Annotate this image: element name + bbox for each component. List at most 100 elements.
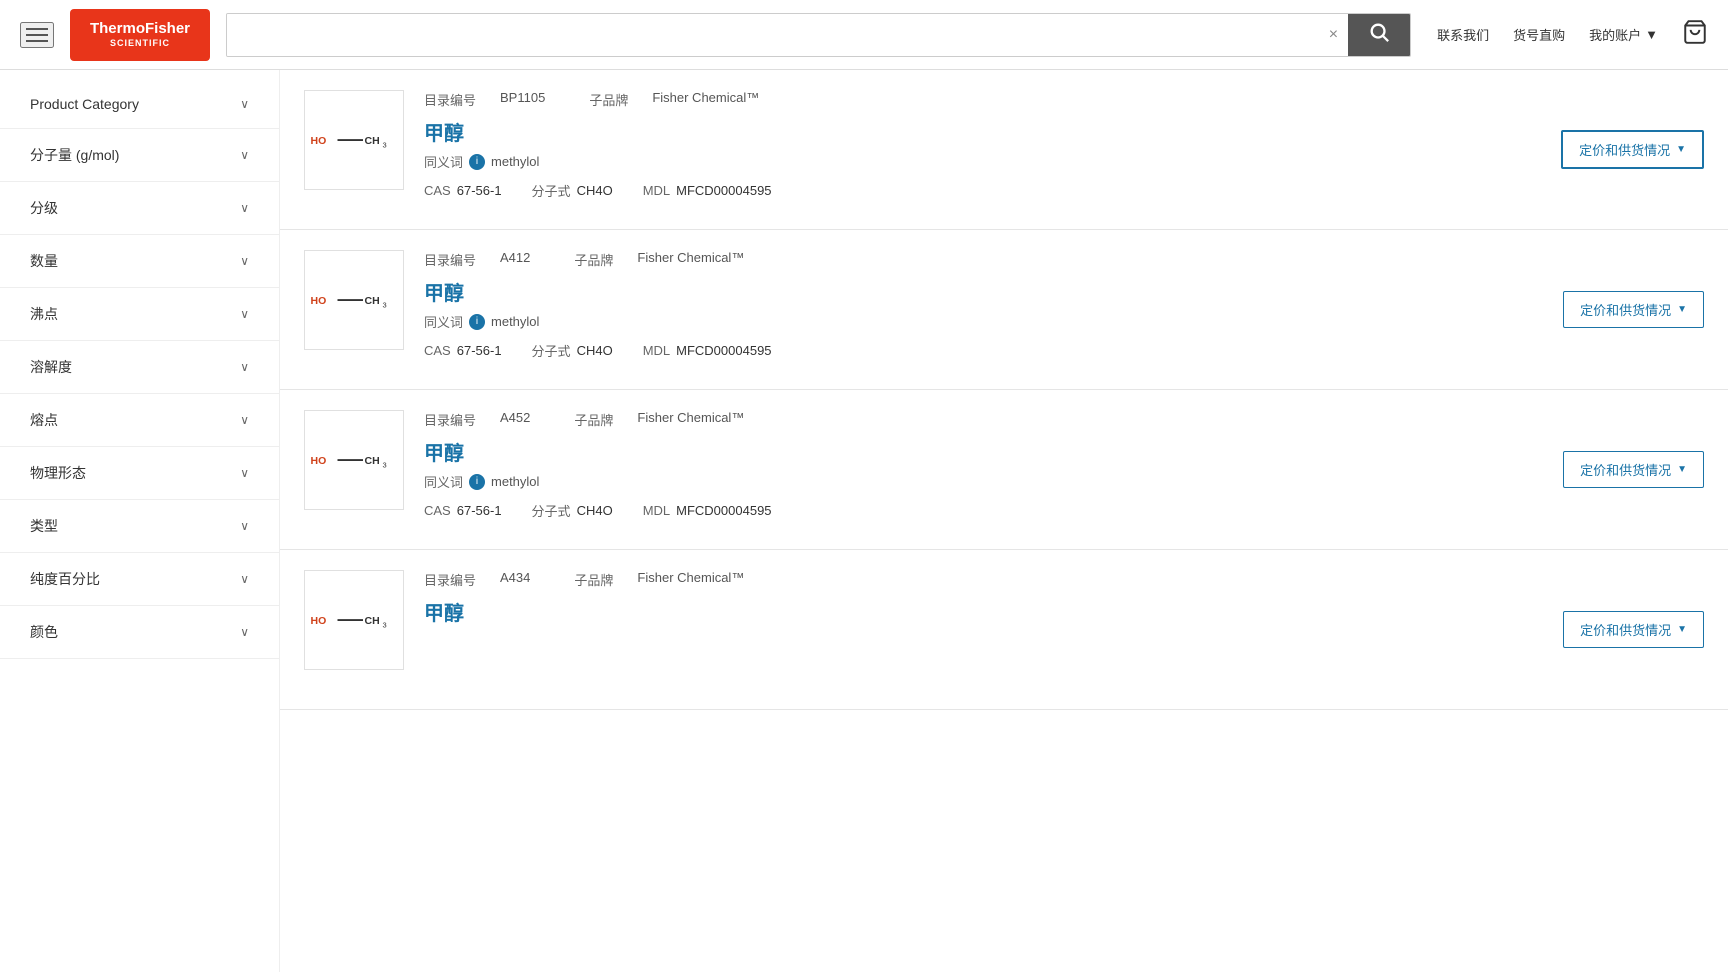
product-info-p1: 目录编号 BP1105 子品牌 Fisher Chemical™ 甲醇 同义词 … [424,90,1541,209]
catalog-label-p1: 目录编号 [424,90,476,109]
filter-item-solubility[interactable]: 溶解度 ∨ [0,341,279,394]
hamburger-button[interactable] [20,22,54,48]
product-info-p4: 目录编号 A434 子品牌 Fisher Chemical™ 甲醇 [424,570,1543,689]
search-bar: 甲醇 × [226,13,1411,57]
nav-contact[interactable]: 联系我们 [1437,25,1489,44]
filter-chevron-solubility: ∨ [240,360,249,374]
product-meta-row-p4: 目录编号 A434 子品牌 Fisher Chemical™ [424,570,1543,589]
product-details-row-p2: CAS 67-56-1 分子式 CH4O MDL MFCD00004595 [424,341,1543,360]
search-clear-button[interactable]: × [1319,14,1348,56]
product-image-p1: HO CH 3 [304,90,404,190]
clear-icon: × [1329,26,1338,43]
product-action-p1: 定价和供货情况 ▼ [1561,90,1704,209]
filter-item-color[interactable]: 颜色 ∨ [0,606,279,659]
synonym-value-p2: methylol [491,314,539,329]
filter-item-product-category[interactable]: Product Category ∨ [0,80,279,129]
product-info-p3: 目录编号 A452 子品牌 Fisher Chemical™ 甲醇 同义词 i … [424,410,1543,529]
product-action-p4: 定价和供货情况 ▼ [1563,570,1704,689]
product-image-p2: HO CH 3 [304,250,404,350]
filter-item-melting-point[interactable]: 熔点 ∨ [0,394,279,447]
synonym-info-icon-p1[interactable]: i [469,154,485,170]
filter-item-molecular-weight[interactable]: 分子量 (g/mol) ∨ [0,129,279,182]
brand-value-p4: Fisher Chemical™ [637,570,744,589]
svg-text:3: 3 [383,141,387,150]
filter-item-physical-form[interactable]: 物理形态 ∨ [0,447,279,500]
formula-label-p3: 分子式 [532,501,571,520]
filter-label-melting-point: 熔点 [30,410,58,430]
product-list: HO CH 3 目录编号 BP1105 子品牌 Fisher Chemical™… [280,70,1728,972]
filter-chevron-quantity: ∨ [240,254,249,268]
filter-chevron-type: ∨ [240,519,249,533]
catalog-label-p3: 目录编号 [424,410,476,429]
catalog-value-p1: BP1105 [500,90,545,109]
search-icon [1368,21,1390,43]
filter-item-quantity[interactable]: 数量 ∨ [0,235,279,288]
catalog-value-p3: A452 [500,410,530,429]
filter-item-grade[interactable]: 分级 ∨ [0,182,279,235]
mdl-label-p3: MDL [643,503,670,518]
product-name-p1[interactable]: 甲醇 [424,117,1541,146]
synonym-value-p1: methylol [491,154,539,169]
svg-text:CH: CH [365,455,380,467]
svg-text:HO: HO [311,455,327,467]
synonym-value-p3: methylol [491,474,539,489]
synonym-row-p1: 同义词 i methylol [424,152,1541,171]
cas-group-p3: CAS 67-56-1 [424,503,502,518]
filter-item-purity-percent[interactable]: 纯度百分比 ∨ [0,553,279,606]
product-meta-row-p1: 目录编号 BP1105 子品牌 Fisher Chemical™ [424,90,1541,109]
formula-label-p2: 分子式 [532,341,571,360]
pricing-dropdown-arrow-p4: ▼ [1677,624,1687,635]
pricing-button-p2[interactable]: 定价和供货情况 ▼ [1563,291,1704,328]
pricing-button-p3[interactable]: 定价和供货情况 ▼ [1563,451,1704,488]
main-content: Product Category ∨ 分子量 (g/mol) ∨ 分级 ∨ 数量… [0,70,1728,972]
search-button[interactable] [1348,14,1410,56]
filter-label-grade: 分级 [30,198,58,218]
product-card-p4: HO CH 3 目录编号 A434 子品牌 Fisher Chemical™ 甲… [280,550,1728,710]
catalog-value-p2: A412 [500,250,530,269]
filter-item-type[interactable]: 类型 ∨ [0,500,279,553]
filter-label-purity-percent: 纯度百分比 [30,569,100,589]
product-name-p3[interactable]: 甲醇 [424,437,1543,466]
pricing-label-p1: 定价和供货情况 [1579,140,1670,159]
filter-label-type: 类型 [30,516,58,536]
catalog-label-p2: 目录编号 [424,250,476,269]
product-name-p4[interactable]: 甲醇 [424,597,1543,626]
svg-text:HO: HO [311,135,327,147]
pricing-button-p1[interactable]: 定价和供货情况 ▼ [1561,130,1704,169]
svg-text:CH: CH [365,615,380,627]
filter-item-boiling-point[interactable]: 沸点 ∨ [0,288,279,341]
logo[interactable]: ThermoFisher SCIENTIFIC [70,9,210,61]
cart-icon[interactable] [1682,19,1708,51]
brand-label-p2: 子品牌 [574,250,613,269]
product-meta-row-p2: 目录编号 A412 子品牌 Fisher Chemical™ [424,250,1543,269]
nav-direct[interactable]: 货号直购 [1513,25,1565,44]
pricing-label-p4: 定价和供货情况 [1580,620,1671,639]
synonym-info-icon-p3[interactable]: i [469,474,485,490]
svg-text:3: 3 [383,621,387,630]
svg-text:CH: CH [365,295,380,307]
brand-label-p1: 子品牌 [589,90,628,109]
pricing-button-p4[interactable]: 定价和供货情况 ▼ [1563,611,1704,648]
formula-value-p1: CH4O [577,183,613,198]
brand-label-p4: 子品牌 [574,570,613,589]
product-name-p2[interactable]: 甲醇 [424,277,1543,306]
filter-chevron-purity-percent: ∨ [240,572,249,586]
filter-chevron-molecular-weight: ∨ [240,148,249,162]
product-card-p3: HO CH 3 目录编号 A452 子品牌 Fisher Chemical™ 甲… [280,390,1728,550]
mdl-value-p3: MFCD00004595 [676,503,771,518]
brand-value-p1: Fisher Chemical™ [652,90,759,109]
filter-label-color: 颜色 [30,622,58,642]
synonym-info-icon-p2[interactable]: i [469,314,485,330]
product-action-p2: 定价和供货情况 ▼ [1563,250,1704,369]
brand-label-p3: 子品牌 [574,410,613,429]
search-input[interactable]: 甲醇 [227,14,1319,56]
product-image-p3: HO CH 3 [304,410,404,510]
formula-value-p3: CH4O [577,503,613,518]
filter-chevron-physical-form: ∨ [240,466,249,480]
cas-group-p2: CAS 67-56-1 [424,343,502,358]
cas-label-p3: CAS [424,503,451,518]
nav-account[interactable]: 我的账户 ▼ [1589,25,1658,44]
pricing-dropdown-arrow-p2: ▼ [1677,304,1687,315]
product-card-p1: HO CH 3 目录编号 BP1105 子品牌 Fisher Chemical™… [280,70,1728,230]
filter-label-solubility: 溶解度 [30,357,72,377]
